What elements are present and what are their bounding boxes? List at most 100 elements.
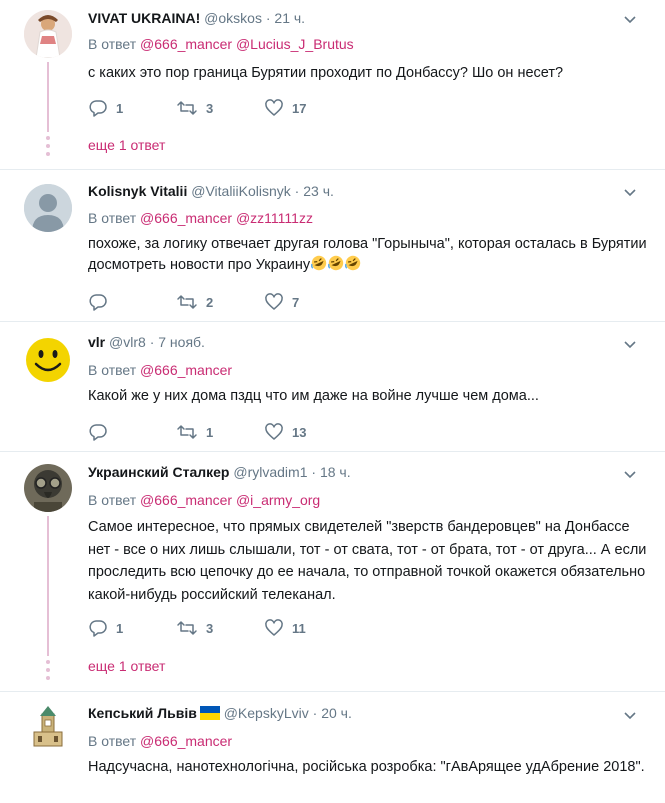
heart-icon xyxy=(265,293,283,310)
tweet-header: Kolisnyk Vitalii @VitaliiKolisnyk · 23 ч… xyxy=(88,181,334,201)
reply-button[interactable]: 1 xyxy=(88,98,123,118)
tweet-header: Кепський Львів @KepskyLviv · 20 ч. xyxy=(88,703,352,723)
reply-prefix: В ответ xyxy=(88,210,137,226)
tweet-actions: 1 3 17 xyxy=(88,98,388,118)
ukraine-flag-emoji xyxy=(199,706,220,720)
avatar[interactable] xyxy=(24,10,72,58)
heart-icon xyxy=(265,619,283,636)
retweet-button[interactable]: 1 xyxy=(176,422,213,442)
tweet-actions: 2 7 xyxy=(88,292,388,312)
user-handle[interactable]: @VitaliiKolisnyk xyxy=(191,183,291,199)
retweet-button[interactable]: 3 xyxy=(176,98,213,118)
chevron-down-icon[interactable] xyxy=(622,12,638,28)
like-count: 17 xyxy=(292,100,307,116)
timestamp[interactable]: 21 ч. xyxy=(274,10,305,26)
mention-link[interactable]: @666_mancer xyxy=(140,733,232,749)
user-handle[interactable]: @okskos xyxy=(204,10,262,26)
reply-context: В ответ @666_mancer xyxy=(88,731,232,751)
retweet-count: 3 xyxy=(206,100,214,116)
timestamp[interactable]: 23 ч. xyxy=(303,183,334,199)
reply-prefix: В ответ xyxy=(88,36,137,52)
tweet-4[interactable]: Украинский Сталкер @rylvadim1 · 18 ч. В … xyxy=(0,452,665,692)
retweet-button[interactable]: 3 xyxy=(176,618,213,638)
tweet-3[interactable]: vlr @vlr8 · 7 нояб. В ответ @666_mancer … xyxy=(0,322,665,452)
mention-link[interactable]: @Lucius_J_Brutus xyxy=(236,36,354,52)
thread-line xyxy=(47,62,49,132)
reply-icon xyxy=(89,100,107,117)
chevron-down-icon[interactable] xyxy=(622,467,638,483)
reply-context: В ответ @666_mancer @zz11111zz xyxy=(88,208,313,228)
mention-link[interactable]: @i_army_org xyxy=(236,492,320,508)
user-name[interactable]: Украинский Сталкер xyxy=(88,464,229,480)
user-handle[interactable]: @KepskyLviv xyxy=(224,705,309,721)
rolling-on-floor-laughing-emoji xyxy=(311,255,327,271)
retweet-icon xyxy=(177,425,197,439)
rolling-on-floor-laughing-emoji xyxy=(328,255,344,271)
like-button[interactable]: 17 xyxy=(264,98,306,118)
mention-link[interactable]: @666_mancer xyxy=(140,492,232,508)
mention-link[interactable]: @666_mancer xyxy=(140,362,232,378)
retweet-count: 2 xyxy=(206,294,214,310)
reply-count: 1 xyxy=(116,620,124,636)
like-count: 11 xyxy=(292,620,306,636)
like-count: 7 xyxy=(292,294,300,310)
reply-button[interactable]: 1 xyxy=(88,618,123,638)
reply-count: 1 xyxy=(116,100,124,116)
retweet-icon xyxy=(177,621,197,635)
mention-link[interactable]: @666_mancer xyxy=(140,36,232,52)
heart-icon xyxy=(265,423,283,440)
reply-button[interactable] xyxy=(88,422,116,442)
separator: · xyxy=(265,10,271,26)
separator: · xyxy=(312,705,318,721)
like-button[interactable]: 13 xyxy=(264,422,306,442)
tweet-header: VIVAT UKRAINA! @okskos · 21 ч. xyxy=(88,8,305,28)
tweet-1[interactable]: VIVAT UKRAINA! @okskos · 21 ч. В ответ @… xyxy=(0,0,665,170)
reply-context: В ответ @666_mancer xyxy=(88,360,232,380)
avatar[interactable] xyxy=(24,464,72,512)
separator: · xyxy=(311,464,317,480)
thread-dots xyxy=(46,660,50,684)
user-handle[interactable]: @vlr8 xyxy=(109,334,146,350)
user-name[interactable]: Кепський Львів xyxy=(88,705,197,721)
tweet-header: Украинский Сталкер @rylvadim1 · 18 ч. xyxy=(88,462,351,482)
reply-icon xyxy=(89,424,107,441)
avatar[interactable] xyxy=(24,704,72,752)
avatar[interactable] xyxy=(24,184,72,232)
user-name[interactable]: Kolisnyk Vitalii xyxy=(88,183,187,199)
user-handle[interactable]: @rylvadim1 xyxy=(233,464,307,480)
like-count: 13 xyxy=(292,424,307,440)
mention-link[interactable]: @zz11111zz xyxy=(236,210,313,226)
retweet-count: 3 xyxy=(206,620,214,636)
tweet-2[interactable]: Kolisnyk Vitalii @VitaliiKolisnyk · 23 ч… xyxy=(0,170,665,322)
retweet-icon xyxy=(177,101,197,115)
separator: · xyxy=(294,183,300,199)
reply-icon xyxy=(89,620,107,637)
tweet-text: с каких это пор граница Бурятии проходит… xyxy=(88,65,564,81)
tweet-actions: 1 13 xyxy=(88,422,388,442)
retweet-icon xyxy=(177,295,197,309)
heart-icon xyxy=(265,99,283,116)
timestamp[interactable]: 7 нояб. xyxy=(158,334,205,350)
avatar[interactable] xyxy=(24,336,72,384)
chevron-down-icon[interactable] xyxy=(622,185,638,201)
reply-icon xyxy=(89,294,107,311)
user-name[interactable]: vlr xyxy=(88,334,105,350)
reply-context: В ответ @666_mancer @Lucius_J_Brutus xyxy=(88,34,354,54)
timestamp[interactable]: 18 ч. xyxy=(320,464,351,480)
reply-button[interactable] xyxy=(88,292,116,312)
retweet-button[interactable]: 2 xyxy=(176,292,213,312)
show-more-replies-link[interactable]: еще 1 ответ xyxy=(88,135,165,155)
mention-link[interactable]: @666_mancer xyxy=(140,210,232,226)
user-name[interactable]: VIVAT UKRAINA! xyxy=(88,10,200,26)
tweet-5[interactable]: Кепський Львів @KepskyLviv · 20 ч. В отв… xyxy=(0,692,665,803)
like-button[interactable]: 7 xyxy=(264,292,299,312)
tweet-text-body: похоже, за логику отвечает другая голова… xyxy=(88,236,647,273)
chevron-down-icon[interactable] xyxy=(622,337,638,353)
timestamp[interactable]: 20 ч. xyxy=(321,705,352,721)
tweet-text: похоже, за логику отвечает другая голова… xyxy=(88,234,648,276)
like-button[interactable]: 11 xyxy=(264,618,306,638)
retweet-count: 1 xyxy=(206,424,214,440)
show-more-replies-link[interactable]: еще 1 ответ xyxy=(88,656,165,676)
chevron-down-icon[interactable] xyxy=(622,708,638,724)
reply-prefix: В ответ xyxy=(88,492,137,508)
